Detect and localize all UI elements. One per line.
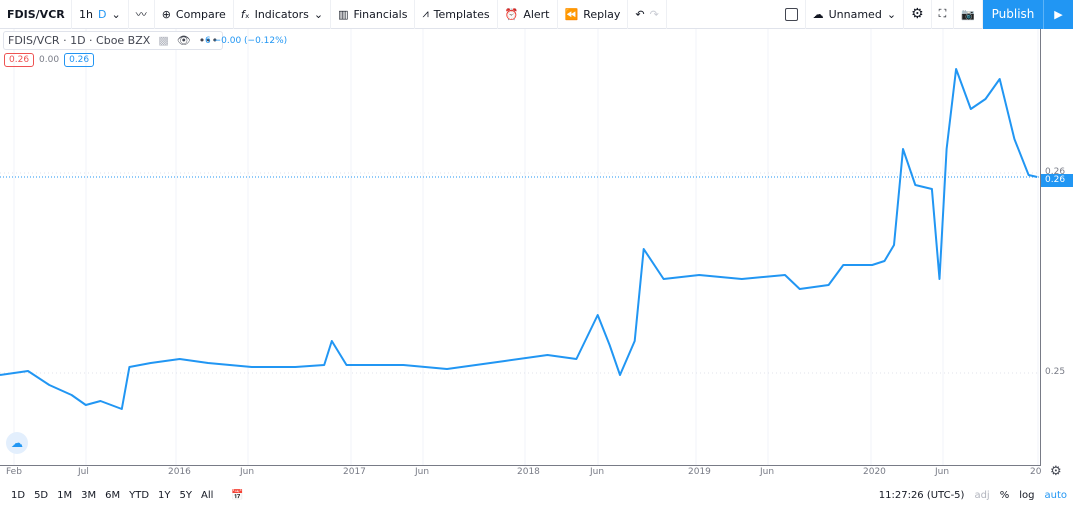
redo-icon[interactable]: ↷	[650, 8, 659, 21]
layout-button[interactable]	[778, 0, 806, 29]
time-tick: 2017	[343, 467, 366, 477]
legend-title: FDIS/VCR · 1D · Cboe BZX	[8, 34, 151, 47]
play-button[interactable]: ▶	[1043, 0, 1073, 29]
time-tick: Jun	[415, 467, 430, 477]
price-axis-border	[1040, 29, 1041, 466]
replay-label: Replay	[583, 7, 621, 21]
layout-name: Unnamed	[828, 7, 882, 21]
eye-icon[interactable]: 👁	[177, 34, 191, 47]
camera-icon: 📷	[961, 7, 975, 21]
range-buttons: 1D 5D 1M 3M 6M YTD 1Y 5Y All	[0, 490, 213, 501]
price-change: 6 −0.00 (−0.12%)	[205, 36, 288, 46]
bid-value: 0.26	[4, 53, 35, 67]
templates-button[interactable]: ⩘ Templates	[415, 0, 498, 29]
auto-toggle[interactable]: auto	[1044, 490, 1067, 501]
fullscreen-icon: ⛶	[938, 7, 947, 20]
alarm-clock-icon: ⏰	[504, 7, 519, 21]
range-1m[interactable]: 1M	[57, 490, 72, 501]
symbol-label: FDIS/VCR	[7, 7, 65, 21]
adj-toggle[interactable]: adj	[974, 490, 989, 501]
time-tick: 2019	[688, 467, 711, 477]
interval-1h[interactable]: 1h	[79, 8, 93, 21]
ask-value: 0.26	[64, 53, 95, 67]
range-3m[interactable]: 3M	[81, 490, 96, 501]
time-tick: Jun	[590, 467, 605, 477]
financials-button[interactable]: ▥ Financials	[331, 0, 416, 29]
replay-button[interactable]: ⏪ Replay	[558, 0, 629, 29]
square-icon	[784, 7, 798, 21]
spread-value: 0.00	[39, 55, 60, 65]
alert-button[interactable]: ⏰ Alert	[498, 0, 558, 29]
fx-icon: fₓ	[240, 7, 250, 21]
calendar-icon[interactable]: 📅	[231, 490, 243, 501]
gear-icon: ⚙	[911, 6, 924, 22]
time-tick: 20	[1030, 467, 1042, 477]
bar-chart-icon: ▥	[338, 7, 349, 21]
compare-button[interactable]: ⊕ Compare	[155, 0, 234, 29]
undo-icon[interactable]: ↶	[635, 8, 644, 21]
line-chart-icon: 〰	[135, 8, 147, 21]
financials-label: Financials	[353, 7, 408, 21]
last-price-label: 0.26	[1041, 174, 1073, 187]
time-tick: 2020	[863, 467, 886, 477]
chevron-down-icon[interactable]: ⌄	[314, 8, 323, 21]
chevron-down-icon[interactable]: ⌄	[887, 8, 896, 21]
price-tick: 0.25	[1045, 367, 1066, 377]
rewind-icon: ⏪	[564, 7, 579, 21]
log-toggle[interactable]: log	[1019, 490, 1034, 501]
time-tick: Jul	[78, 467, 89, 477]
symbol-search[interactable]: FDIS/VCR	[0, 0, 72, 29]
quote-values: 0.26 0.00 0.26	[4, 53, 95, 67]
range-all[interactable]: All	[201, 490, 213, 501]
publish-button[interactable]: Publish	[983, 0, 1043, 29]
fullscreen-button[interactable]: ⛶	[932, 0, 955, 29]
time-tick: Jun	[240, 467, 255, 477]
interval-d[interactable]: D	[98, 8, 106, 21]
alert-label: Alert	[523, 7, 550, 21]
plus-circle-icon: ⊕	[161, 7, 171, 21]
price-series-line	[0, 68, 1038, 410]
indicators-label: Indicators	[254, 7, 309, 21]
chevron-down-icon[interactable]: ⌄	[111, 8, 120, 21]
time-tick: 2018	[517, 467, 540, 477]
top-toolbar: FDIS/VCR 1h D ⌄ 〰 ⊕ Compare fₓ Indicators ⌄ ▥…	[0, 0, 1073, 29]
compare-label: Compare	[175, 7, 226, 21]
range-5d[interactable]: 5D	[34, 490, 48, 501]
series-legend[interactable]: FDIS/VCR · 1D · Cboe BZX ▩ 👁 •••	[3, 31, 224, 50]
range-5y[interactable]: 5Y	[180, 490, 192, 501]
time-axis-settings-icon[interactable]: ⚙	[1050, 464, 1062, 479]
range-ytd[interactable]: YTD	[129, 490, 149, 501]
range-1d[interactable]: 1D	[11, 490, 25, 501]
chart-type-button[interactable]: 〰	[129, 0, 155, 29]
time-tick: Feb	[6, 467, 22, 477]
interval-selector[interactable]: 1h D ⌄	[72, 0, 129, 29]
price-chart[interactable]	[0, 29, 1040, 465]
time-tick: 2016	[168, 467, 191, 477]
cloud-icon: ☁	[812, 7, 824, 21]
tradingview-logo[interactable]: ☁	[6, 432, 28, 454]
time-tick: Jun	[935, 467, 950, 477]
templates-label: Templates	[433, 7, 490, 21]
snapshot-button[interactable]: 📷	[954, 0, 983, 29]
play-circle-icon: ▶	[1054, 7, 1063, 21]
percent-toggle[interactable]: %	[1000, 490, 1010, 501]
settings-button[interactable]: ⚙	[904, 0, 932, 29]
time-axis-border	[0, 465, 1040, 466]
flag-icon[interactable]: ▩	[158, 34, 168, 47]
undo-redo: ↶ ↷	[628, 0, 667, 29]
templates-icon: ⩘	[422, 7, 429, 20]
clock[interactable]: 11:27:26 (UTC-5)	[879, 490, 965, 501]
range-6m[interactable]: 6M	[105, 490, 120, 501]
bottom-toolbar: 1D 5D 1M 3M 6M YTD 1Y 5Y All 📅 11:27:26 (UTC-5) …	[0, 484, 1073, 506]
range-1y[interactable]: 1Y	[158, 490, 170, 501]
time-tick: Jun	[760, 467, 775, 477]
save-layout-button[interactable]: ☁ Unnamed ⌄	[806, 0, 905, 29]
indicators-button[interactable]: fₓ Indicators ⌄	[234, 0, 332, 29]
